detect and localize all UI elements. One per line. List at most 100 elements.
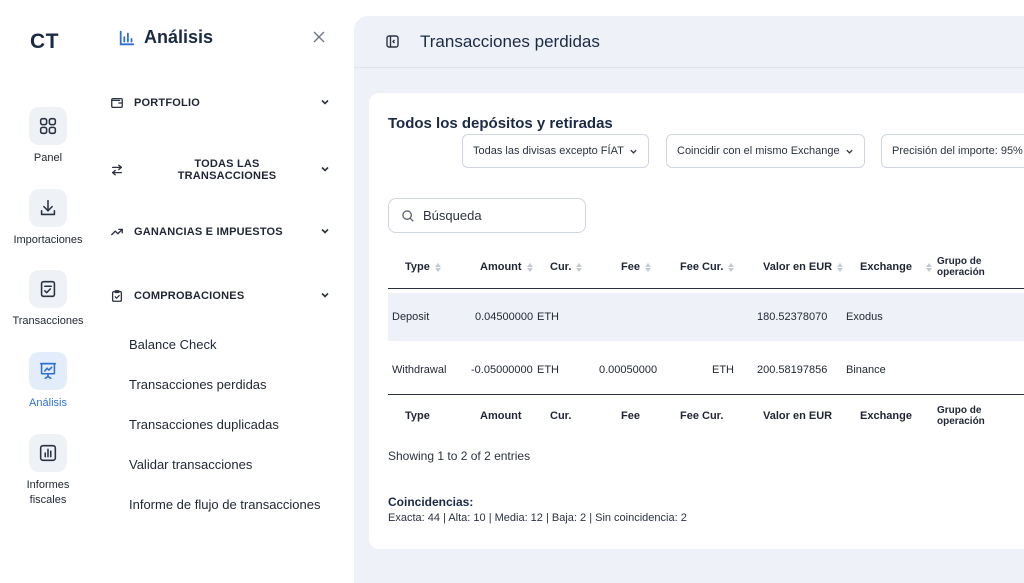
wallet-icon	[108, 94, 126, 112]
rail-item-analisis[interactable]: Análisis	[0, 352, 96, 411]
sidebar-toggle-button[interactable]	[386, 35, 399, 48]
footer-column-exchange: Exchange	[860, 410, 912, 422]
filter-label: Todas las divisas excepto FÍAT	[473, 145, 624, 157]
rail-label-panel: Panel	[33, 152, 63, 164]
search-input[interactable]	[423, 208, 583, 223]
rail-item-transacciones[interactable]: Transacciones	[0, 270, 96, 329]
column-header-cur[interactable]: Cur.	[550, 245, 583, 289]
sublink-transacciones-perdidas[interactable]: Transacciones perdidas	[129, 377, 267, 392]
rail-label-importaciones: Importaciones	[13, 234, 83, 246]
filter-label: Coincidir con el mismo Exchange	[677, 145, 840, 157]
search-icon	[402, 209, 414, 222]
rail-item-informes-fiscales[interactable]: Informes fiscales	[0, 434, 96, 508]
analysis-subnav: Análisis PORTFOLIO TODAS LAS TRANSACCION…	[96, 0, 354, 583]
clipboard-check-icon	[108, 287, 126, 305]
footer-column-type: Type	[405, 410, 430, 422]
section-label: GANANCIAS E IMPUESTOS	[134, 226, 283, 238]
grid-icon	[29, 107, 67, 145]
close-icon	[313, 31, 325, 43]
footer-column-cur: Cur.	[550, 410, 572, 422]
sidebar-toggle-icon	[386, 35, 399, 48]
footer-column-amount: Amount	[480, 410, 522, 422]
footer-column-grupo: Grupo de operación	[937, 405, 985, 427]
transfer-arrows-icon	[108, 161, 126, 179]
matches-summary: Exacta: 44 | Alta: 10 | Media: 12 | Baja…	[388, 512, 687, 524]
cell-amount: 0.04500000	[475, 311, 534, 323]
section-label: COMPROBACIONES	[134, 290, 245, 302]
chevron-down-icon	[320, 223, 330, 241]
cell-cur: ETH	[537, 311, 559, 323]
matches-title: Coincidencias:	[388, 495, 474, 509]
table-info: Showing 1 to 2 of 2 entries	[388, 449, 531, 463]
chevron-down-icon	[320, 287, 330, 305]
table-row[interactable]: Withdrawal -0.05000000 ETH 0.00050000 ET…	[388, 346, 1024, 394]
chevron-down-icon	[320, 161, 330, 179]
chevron-down-icon	[845, 149, 853, 154]
chevron-down-icon	[320, 94, 330, 112]
trend-up-icon	[108, 223, 126, 241]
sort-icon	[925, 262, 932, 272]
sort-icon	[728, 262, 735, 272]
main-content: Transacciones perdidas Todos los depósit…	[354, 16, 1024, 583]
table-footer-header: Type Amount Cur. Fee Fee Cur. Valor en E…	[388, 394, 1024, 436]
rail-label-transacciones: Transacciones	[12, 315, 84, 327]
rail-item-panel[interactable]: Panel	[0, 107, 96, 166]
section-todas-las-transacciones[interactable]: TODAS LAS TRANSACCIONES	[108, 157, 330, 183]
top-bar: Transacciones perdidas	[354, 16, 1024, 68]
column-header-fee[interactable]: Fee	[621, 245, 651, 289]
sublink-informe-flujo[interactable]: Informe de flujo de transacciones	[129, 497, 321, 512]
cell-cur: ETH	[537, 364, 559, 376]
section-comprobaciones[interactable]: COMPROBACIONES	[108, 287, 330, 305]
cell-valor-eur: 200.58197856	[757, 364, 828, 376]
transactions-card: Todos los depósitos y retiradas Todas la…	[369, 93, 1024, 549]
checklist-icon	[29, 270, 67, 308]
rail-label-analisis: Análisis	[29, 397, 67, 409]
sort-icon	[837, 262, 844, 272]
cell-fee: 0.00050000	[599, 364, 658, 376]
column-header-valor-eur[interactable]: Valor en EUR	[763, 245, 844, 289]
subnav-title-text: Análisis	[144, 27, 214, 47]
filter-exchange-dropdown[interactable]: Coincidir con el mismo Exchange	[666, 134, 865, 168]
filter-divisas-dropdown[interactable]: Todas las divisas excepto FÍAT	[462, 134, 649, 168]
subnav-title: Análisis	[118, 27, 213, 48]
cell-valor-eur: 180.52378070	[757, 311, 828, 323]
column-header-exchange[interactable]: Exchange	[860, 245, 932, 289]
icon-rail: CT Panel Importaciones Transacciones Aná…	[0, 0, 96, 583]
cell-type: Withdrawal	[392, 364, 447, 376]
cell-amount: -0.05000000	[471, 364, 533, 376]
page-title: Transacciones perdidas	[420, 31, 600, 51]
section-ganancias-e-impuestos[interactable]: GANANCIAS E IMPUESTOS	[108, 223, 330, 241]
column-header-type[interactable]: Type	[405, 245, 441, 289]
table-header: Type Amount Cur. Fee Fee Cur. Valor en E…	[388, 245, 1024, 289]
sort-icon	[576, 262, 583, 272]
section-label: PORTFOLIO	[134, 97, 200, 109]
column-header-amount[interactable]: Amount	[480, 245, 533, 289]
search-box	[388, 198, 586, 233]
column-header-grupo[interactable]: Grupo de operación	[937, 245, 985, 289]
presentation-chart-icon	[29, 352, 67, 390]
cell-exchange: Binance	[846, 364, 886, 376]
chevron-down-icon	[630, 149, 637, 154]
column-header-fee-cur[interactable]: Fee Cur.	[680, 245, 735, 289]
table-row[interactable]: Deposit 0.04500000 ETH 180.52378070 Exod…	[388, 293, 1024, 341]
sublink-validar-transacciones[interactable]: Validar transacciones	[129, 457, 252, 472]
footer-column-valor-eur: Valor en EUR	[763, 410, 833, 422]
download-icon	[29, 189, 67, 227]
section-label: TODAS LAS TRANSACCIONES	[177, 158, 277, 182]
filter-label: Precisión del importe: 95%	[892, 145, 1023, 157]
close-subnav-button[interactable]	[312, 30, 326, 44]
section-portfolio[interactable]: PORTFOLIO	[108, 94, 330, 112]
footer-column-fee-cur: Fee Cur.	[680, 410, 724, 422]
card-title: Todos los depósitos y retiradas	[388, 115, 613, 132]
sublink-balance-check[interactable]: Balance Check	[129, 337, 216, 352]
cell-type: Deposit	[392, 311, 430, 323]
footer-column-fee: Fee	[621, 410, 640, 422]
cell-fee-cur: ETH	[712, 364, 734, 376]
bar-chart-icon	[119, 30, 135, 45]
sort-icon	[644, 262, 651, 272]
filter-precision-dropdown[interactable]: Precisión del importe: 95%	[881, 134, 1024, 168]
sort-icon	[434, 262, 441, 272]
rail-item-importaciones[interactable]: Importaciones	[0, 189, 96, 248]
sublink-transacciones-duplicadas[interactable]: Transacciones duplicadas	[129, 417, 279, 432]
app-logo[interactable]: CT	[30, 30, 59, 54]
